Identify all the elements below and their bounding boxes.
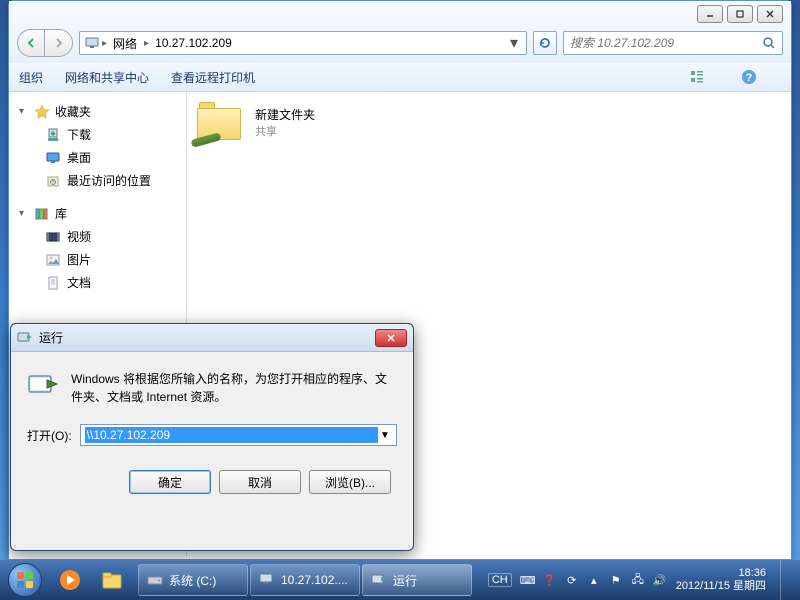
- tray-keyboard-icon[interactable]: ⌨: [520, 574, 536, 587]
- shared-folder-item[interactable]: 新建文件夹 共享: [197, 102, 377, 142]
- sidebar-item-recent[interactable]: 最近访问的位置: [13, 169, 182, 192]
- run-title: 运行: [39, 329, 63, 346]
- pinned-explorer[interactable]: [92, 564, 132, 596]
- run-icon: [371, 572, 387, 588]
- back-button[interactable]: [17, 29, 45, 57]
- tray-volume-icon[interactable]: 🔊: [652, 574, 668, 587]
- collapse-icon: ▾: [19, 208, 29, 219]
- minimize-button[interactable]: [697, 5, 723, 23]
- taskbar: 系统 (C:) 10.27.102.... 运行 CH ⌨ ❓ ⟳ ▴ ⚑ 🖧 …: [0, 560, 800, 600]
- toolbar-remote-printers[interactable]: 查看远程打印机: [171, 69, 255, 86]
- shared-folder-icon: [197, 102, 245, 142]
- search-box[interactable]: [563, 31, 783, 55]
- run-dialog: 运行 Windows 将根据您所输入的名称，为您打开相应的程序、文件夹、文档或 …: [10, 323, 414, 551]
- computer-icon: [259, 572, 275, 588]
- sidebar-favorites-header[interactable]: ▾ 收藏夹: [13, 100, 182, 123]
- search-icon[interactable]: [762, 36, 776, 50]
- task-run[interactable]: 运行: [362, 564, 472, 596]
- refresh-button[interactable]: [533, 31, 557, 55]
- run-open-label: 打开(O):: [27, 427, 72, 444]
- document-icon: [45, 275, 61, 291]
- forward-button[interactable]: [45, 29, 73, 57]
- run-combobox[interactable]: ▼: [80, 424, 397, 446]
- sidebar-pictures-label: 图片: [67, 251, 91, 268]
- desktop-icon: [45, 150, 61, 166]
- folder-name: 新建文件夹: [255, 106, 315, 123]
- sidebar-item-downloads[interactable]: 下载: [13, 123, 182, 146]
- folder-subtitle: 共享: [255, 123, 315, 139]
- run-icon: [17, 330, 33, 346]
- sidebar-item-pictures[interactable]: 图片: [13, 248, 182, 271]
- address-bar[interactable]: ▸ 网络 ▸ 10.27.102.209 ▾: [79, 31, 527, 55]
- crumb-sep-icon: ▸: [100, 38, 109, 49]
- run-large-icon: [27, 370, 59, 402]
- toolbar: 组织 网络和共享中心 查看远程打印机 ?: [9, 63, 791, 92]
- computer-icon: [84, 35, 100, 51]
- tray-network-icon[interactable]: 🖧: [630, 571, 646, 590]
- run-close-button[interactable]: [375, 329, 407, 347]
- task-network-host[interactable]: 10.27.102....: [250, 564, 360, 596]
- sidebar-item-videos[interactable]: 视频: [13, 225, 182, 248]
- sidebar-favorites-label: 收藏夹: [55, 103, 91, 120]
- run-message: Windows 将根据您所输入的名称，为您打开相应的程序、文件夹、文档或 Int…: [71, 370, 397, 406]
- cancel-button[interactable]: 取消: [219, 470, 301, 494]
- system-tray: CH ⌨ ❓ ⟳ ▴ ⚑ 🖧 🔊 18:36 2012/11/15 星期四: [488, 560, 796, 600]
- svg-text:?: ?: [746, 72, 753, 84]
- help-icon[interactable]: ?: [739, 67, 759, 87]
- nav-bar: ▸ 网络 ▸ 10.27.102.209 ▾: [9, 1, 791, 63]
- task-label: 系统 (C:): [169, 572, 216, 589]
- toolbar-organize[interactable]: 组织: [19, 69, 43, 86]
- sidebar-item-desktop[interactable]: 桌面: [13, 146, 182, 169]
- breadcrumb-host[interactable]: 10.27.102.209: [151, 36, 237, 50]
- crumb-sep-icon: ▸: [142, 38, 151, 49]
- sidebar-desktop-label: 桌面: [67, 149, 91, 166]
- start-button[interactable]: [4, 560, 46, 600]
- sidebar-documents-label: 文档: [67, 274, 91, 291]
- sidebar-recent-label: 最近访问的位置: [67, 172, 151, 189]
- star-icon: [34, 104, 50, 120]
- pinned-mediaplayer[interactable]: [50, 564, 90, 596]
- clock-date: 2012/11/15 星期四: [676, 580, 766, 593]
- ok-button[interactable]: 确定: [129, 470, 211, 494]
- sidebar-libraries-header[interactable]: ▾ 库: [13, 202, 182, 225]
- video-icon: [45, 229, 61, 245]
- task-label: 运行: [393, 572, 417, 589]
- sidebar-item-documents[interactable]: 文档: [13, 271, 182, 294]
- download-icon: [45, 127, 61, 143]
- drive-icon: [147, 572, 163, 588]
- browse-button[interactable]: 浏览(B)...: [309, 470, 391, 494]
- view-options-icon[interactable]: [687, 67, 707, 87]
- run-input[interactable]: [85, 427, 378, 443]
- recent-icon: [45, 173, 61, 189]
- show-desktop-button[interactable]: [780, 560, 790, 600]
- window-controls: [697, 5, 783, 23]
- clock[interactable]: 18:36 2012/11/15 星期四: [676, 567, 766, 593]
- close-button[interactable]: [757, 5, 783, 23]
- ime-indicator[interactable]: CH: [488, 573, 512, 587]
- sidebar-libraries-label: 库: [55, 205, 67, 222]
- search-input[interactable]: [570, 36, 762, 50]
- picture-icon: [45, 252, 61, 268]
- library-icon: [34, 206, 50, 222]
- sidebar-videos-label: 视频: [67, 228, 91, 245]
- run-titlebar[interactable]: 运行: [11, 324, 413, 352]
- task-label: 10.27.102....: [281, 573, 348, 587]
- maximize-button[interactable]: [727, 5, 753, 23]
- clock-time: 18:36: [676, 567, 766, 580]
- tray-flag-icon[interactable]: ⚑: [608, 574, 624, 587]
- task-system-c[interactable]: 系统 (C:): [138, 564, 248, 596]
- tray-help-icon[interactable]: ❓: [542, 574, 558, 587]
- collapse-icon: ▾: [19, 106, 29, 117]
- tray-sync-icon[interactable]: ⟳: [564, 574, 580, 587]
- toolbar-sharing-center[interactable]: 网络和共享中心: [65, 69, 149, 86]
- tray-chevron-icon[interactable]: ▴: [586, 574, 602, 587]
- breadcrumb-network[interactable]: 网络: [109, 35, 142, 52]
- address-dropdown-icon[interactable]: ▾: [506, 33, 522, 53]
- sidebar-downloads-label: 下载: [67, 126, 91, 143]
- dropdown-icon[interactable]: ▼: [378, 430, 392, 441]
